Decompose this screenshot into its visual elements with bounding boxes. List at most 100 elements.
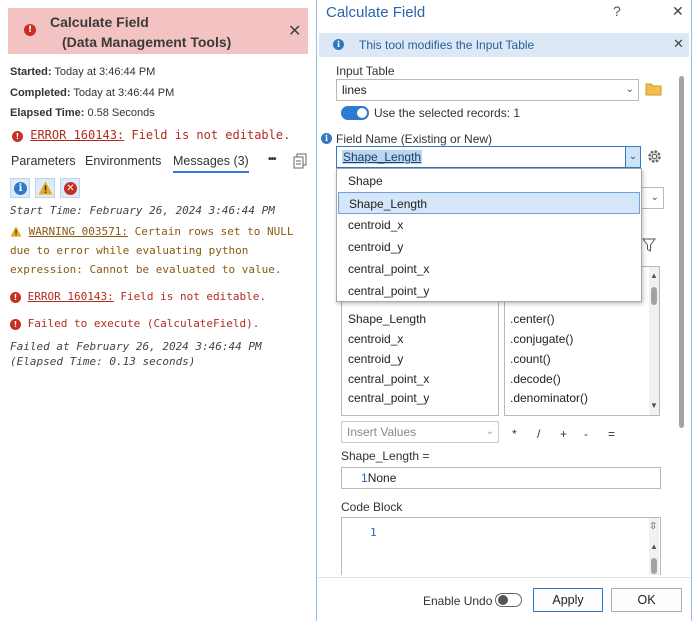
- scroll-down-icon[interactable]: ▼: [650, 401, 658, 410]
- info-icon: i: [333, 39, 344, 50]
- expression-editor[interactable]: 1None: [341, 467, 661, 489]
- error-icon: !: [10, 292, 21, 303]
- message-warning: WARNING 003571: Certain rows set to NULL…: [10, 222, 294, 279]
- operator-equals-button[interactable]: =: [608, 427, 615, 441]
- operator-plus-button[interactable]: +: [560, 427, 567, 441]
- helper-list-item[interactable]: .count(): [510, 352, 551, 366]
- started-row: Started: Today at 3:46:44 PM: [10, 66, 155, 78]
- dropdown-option[interactable]: central_point_y: [338, 280, 640, 302]
- operator-multiply-button[interactable]: *: [512, 427, 517, 441]
- field-list-item[interactable]: Shape_Length: [348, 312, 426, 326]
- operator-divide-button[interactable]: /: [537, 427, 540, 441]
- error-icon: ✕: [64, 182, 77, 195]
- error-header: ! Calculate Field (Data Management Tools…: [8, 8, 308, 54]
- dropdown-option[interactable]: centroid_y: [338, 236, 640, 258]
- message-failed-execute: ! Failed to execute (CalculateField).: [10, 314, 259, 333]
- error-icon: !: [10, 319, 21, 330]
- insert-values-label: Insert Values: [347, 425, 417, 439]
- helpers-scrollbar[interactable]: ▲ ▼: [649, 267, 659, 415]
- dialog-scrollbar[interactable]: [676, 64, 686, 576]
- elapsed-label: Elapsed Time:: [10, 107, 85, 119]
- helper-list-item[interactable]: .decode(): [510, 372, 561, 386]
- started-value: Today at 3:46:44 PM: [54, 66, 156, 78]
- warning-text: Certain rows set to NULL: [134, 225, 294, 238]
- code-block-scrollbar[interactable]: ⇳ ▲: [649, 518, 659, 575]
- tab-parameters[interactable]: Parameters: [11, 154, 76, 168]
- field-name-combobox[interactable]: Shape_Length ⌄: [336, 146, 641, 168]
- top-error-line: ! ERROR 160143: Field is not editable.: [12, 128, 290, 142]
- error-text: Field is not editable.: [120, 290, 267, 303]
- chevron-down-icon: ⌄: [485, 426, 494, 437]
- expand-icon[interactable]: ⇳: [649, 521, 657, 532]
- ok-button[interactable]: OK: [611, 588, 682, 612]
- completed-value: Today at 3:46:44 PM: [73, 87, 175, 99]
- line-number: 1: [361, 471, 368, 485]
- dropdown-option-selected[interactable]: Shape_Length: [338, 192, 640, 214]
- tab-messages[interactable]: Messages (3): [173, 154, 249, 173]
- filter-error-toggle[interactable]: ✕: [60, 178, 80, 198]
- toggle-knob: [498, 595, 508, 605]
- field-name-info-icon[interactable]: i: [321, 133, 332, 144]
- completed-row: Completed: Today at 3:46:44 PM: [10, 87, 174, 99]
- field-list-item[interactable]: centroid_y: [348, 352, 403, 366]
- scroll-up-icon[interactable]: ▲: [650, 542, 658, 551]
- helper-list-item[interactable]: .center(): [510, 312, 555, 326]
- helper-list-item[interactable]: .denominator(): [510, 391, 588, 405]
- enable-undo-toggle[interactable]: [495, 593, 522, 607]
- tool-title: Calculate Field: [50, 14, 149, 30]
- field-list-item[interactable]: central_point_y: [348, 391, 429, 405]
- insert-values-select[interactable]: Insert Values ⌄: [341, 421, 499, 443]
- scroll-up-icon[interactable]: ▲: [650, 271, 658, 280]
- dropdown-option[interactable]: centroid_x: [338, 214, 640, 236]
- info-text: This tool modifies the Input Table: [359, 38, 535, 52]
- close-icon[interactable]: ✕: [288, 23, 301, 39]
- info-icon: i: [14, 182, 27, 195]
- dialog-close-icon[interactable]: ✕: [672, 4, 684, 20]
- copy-icon[interactable]: [293, 153, 307, 169]
- scroll-thumb[interactable]: [651, 558, 657, 574]
- use-selected-toggle[interactable]: [341, 106, 369, 120]
- dropdown-option[interactable]: Shape: [338, 170, 640, 192]
- filter-warning-toggle[interactable]: [35, 178, 55, 198]
- chevron-down-icon: ⌄: [625, 84, 634, 95]
- gear-icon[interactable]: [646, 148, 663, 168]
- top-error-code-link[interactable]: ERROR 160143:: [30, 128, 124, 142]
- error-icon: !: [24, 24, 36, 36]
- message-error: ! ERROR 160143: Field is not editable.: [10, 287, 266, 306]
- operator-minus-button[interactable]: -: [584, 427, 588, 441]
- message-start-time: Start Time: February 26, 2024 3:46:44 PM: [10, 204, 275, 217]
- more-options-button[interactable]: •••: [268, 154, 276, 165]
- line-number: 1: [370, 526, 377, 539]
- dropdown-option[interactable]: central_point_x: [338, 258, 640, 280]
- dialog-scroll-thumb[interactable]: [679, 76, 684, 428]
- elapsed-value: 0.58 Seconds: [87, 107, 155, 119]
- chevron-down-icon: ⌄: [650, 192, 659, 203]
- tab-environments[interactable]: Environments: [85, 154, 161, 168]
- folder-icon[interactable]: [645, 82, 662, 99]
- scroll-thumb[interactable]: [651, 287, 657, 305]
- warning-text-line3: expression: Cannot be evaluated to value…: [10, 263, 282, 276]
- field-list-item[interactable]: centroid_x: [348, 332, 403, 346]
- input-table-select[interactable]: lines ⌄: [336, 79, 639, 101]
- error-code-link[interactable]: ERROR 160143:: [28, 290, 114, 303]
- top-error-text: Field is not editable.: [131, 128, 291, 142]
- geoprocessing-history-pane: ! Calculate Field (Data Management Tools…: [0, 0, 316, 621]
- field-list-item[interactable]: central_point_x: [348, 372, 429, 386]
- input-table-value: lines: [342, 83, 367, 97]
- filter-icon[interactable]: [642, 238, 656, 255]
- warning-code-link[interactable]: WARNING 003571:: [29, 225, 128, 238]
- code-block-label: Code Block: [341, 500, 403, 514]
- failed-execute-text: Failed to execute (CalculateField).: [27, 317, 260, 330]
- code-block-editor[interactable]: 1 ⇳ ▲: [341, 517, 661, 575]
- info-close-icon[interactable]: ✕: [673, 37, 684, 53]
- completed-label: Completed:: [10, 87, 71, 99]
- message-failed-at: Failed at February 26, 2024 3:46:44 PM (…: [10, 339, 262, 369]
- calculate-field-dialog: Calculate Field ? ✕ i This tool modifies…: [316, 0, 692, 621]
- chevron-down-icon[interactable]: ⌄: [625, 146, 641, 168]
- helper-list-item[interactable]: .conjugate(): [510, 332, 573, 346]
- warning-icon: [38, 181, 53, 195]
- help-button[interactable]: ?: [613, 3, 621, 19]
- apply-button[interactable]: Apply: [533, 588, 603, 612]
- started-label: Started:: [10, 66, 52, 78]
- filter-info-toggle[interactable]: i: [10, 178, 30, 198]
